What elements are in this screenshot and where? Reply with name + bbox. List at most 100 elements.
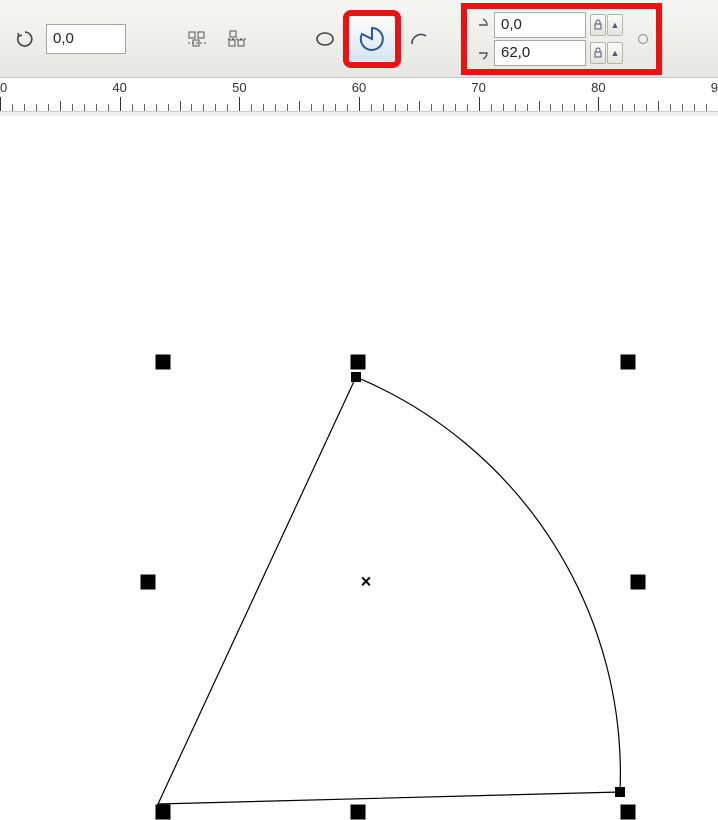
ruler-tick	[598, 97, 599, 111]
ruler-tick	[515, 104, 516, 111]
pie-angles-group: 0,0 ▲ 62,0	[466, 8, 657, 70]
ruler-label: 70	[471, 80, 485, 95]
ruler-tick	[539, 101, 540, 111]
pie-shape-button[interactable]	[348, 15, 396, 63]
selection-handle[interactable]	[141, 575, 156, 590]
end-angle-row: 62,0 ▲	[470, 40, 623, 66]
ruler-tick	[455, 104, 456, 111]
ruler-tick	[335, 104, 336, 111]
drawing-canvas[interactable]: ×	[0, 112, 718, 766]
ruler-tick	[263, 104, 264, 111]
end-angle-spinners: ▲	[590, 42, 623, 64]
ruler-tick	[144, 104, 145, 111]
ruler-tick	[48, 104, 49, 111]
start-angle-value: 0,0	[501, 16, 522, 33]
ruler-tick	[371, 104, 372, 111]
ruler-tick	[215, 104, 216, 111]
ruler-tick	[239, 97, 240, 111]
ruler-tick	[108, 104, 109, 111]
align-button-2[interactable]	[220, 22, 254, 56]
ruler-tick	[96, 104, 97, 111]
ruler-tick	[658, 101, 659, 111]
ruler-tick	[586, 104, 587, 111]
end-angle-input[interactable]: 62,0	[494, 40, 586, 66]
ruler-tick	[287, 104, 288, 111]
ruler-tick	[359, 97, 360, 111]
selection-handle[interactable]	[156, 355, 171, 370]
shape-node-handle[interactable]	[351, 372, 361, 382]
ruler-tick	[443, 104, 444, 111]
ruler-tick	[503, 104, 504, 111]
ruler-tick	[156, 104, 157, 111]
ruler-tick	[383, 104, 384, 111]
selection-handle[interactable]	[631, 575, 646, 590]
ruler-tick	[670, 104, 671, 111]
ruler-tick	[610, 104, 611, 111]
ruler-tick	[646, 104, 647, 111]
pie-shape-path[interactable]	[8, 132, 710, 758]
ruler-tick	[84, 104, 85, 111]
ruler-tick	[634, 104, 635, 111]
ruler-tick	[251, 104, 252, 111]
selection-handle[interactable]	[621, 805, 636, 820]
ruler-tick	[574, 104, 575, 111]
ruler-tick	[180, 101, 181, 111]
selection-handle[interactable]	[156, 805, 171, 820]
ruler-label: 50	[232, 80, 246, 95]
rotation-angle-value: 0,0	[53, 30, 74, 47]
angles-column: 0,0 ▲ 62,0	[470, 12, 623, 66]
start-angle-row: 0,0 ▲	[470, 12, 623, 38]
ruler-tick	[407, 104, 408, 111]
end-angle-icon	[470, 43, 490, 63]
ruler-tick	[60, 101, 61, 111]
end-angle-up-icon[interactable]: ▲	[607, 42, 623, 64]
selection-handle[interactable]	[351, 805, 366, 820]
ruler-tick	[0, 97, 1, 111]
rotate-icon[interactable]	[8, 22, 42, 56]
ruler-tick	[191, 104, 192, 111]
ellipse-shape-button[interactable]	[308, 22, 342, 56]
ruler-tick	[562, 104, 563, 111]
ruler-tick	[168, 104, 169, 111]
canvas-inner[interactable]: ×	[8, 132, 710, 758]
ruler-tick	[479, 97, 480, 111]
property-toolbar: 0,0	[0, 0, 718, 78]
start-angle-spinners: ▲	[590, 14, 623, 36]
ruler-tick	[120, 97, 121, 111]
ruler-tick	[527, 104, 528, 111]
ruler-tick	[706, 104, 707, 111]
ruler-tick	[419, 101, 420, 111]
end-angle-value: 62,0	[501, 44, 530, 61]
rotation-angle-input[interactable]: 0,0	[46, 24, 126, 54]
ruler-tick	[622, 104, 623, 111]
ruler-tick	[24, 104, 25, 111]
ruler-label: 30	[0, 80, 7, 95]
align-button-1[interactable]	[180, 22, 214, 56]
degree-ring-icon	[633, 29, 653, 49]
ruler-tick	[299, 101, 300, 111]
ruler-tick	[227, 104, 228, 111]
shape-node-handle[interactable]	[615, 787, 625, 797]
ruler-tick	[12, 104, 13, 111]
ruler-tick	[395, 104, 396, 111]
start-angle-up-icon[interactable]: ▲	[607, 14, 623, 36]
ruler-tick	[36, 104, 37, 111]
ruler-tick	[132, 104, 133, 111]
rotation-angle-group: 0,0	[8, 22, 126, 56]
selection-handle[interactable]	[351, 355, 366, 370]
ruler-label: 80	[591, 80, 605, 95]
selection-handle[interactable]	[621, 355, 636, 370]
end-angle-lock-icon[interactable]	[590, 42, 606, 64]
ruler-tick	[682, 104, 683, 111]
ruler-tick	[694, 104, 695, 111]
start-angle-input[interactable]: 0,0	[494, 12, 586, 38]
ruler-tick	[550, 104, 551, 111]
ruler-label: 60	[352, 80, 366, 95]
arc-shape-button[interactable]	[402, 22, 436, 56]
start-angle-icon	[470, 15, 490, 35]
ruler-tick	[347, 104, 348, 111]
ruler-tick	[491, 104, 492, 111]
start-angle-lock-icon[interactable]	[590, 14, 606, 36]
ruler-tick	[467, 104, 468, 111]
ruler-tick	[275, 104, 276, 111]
